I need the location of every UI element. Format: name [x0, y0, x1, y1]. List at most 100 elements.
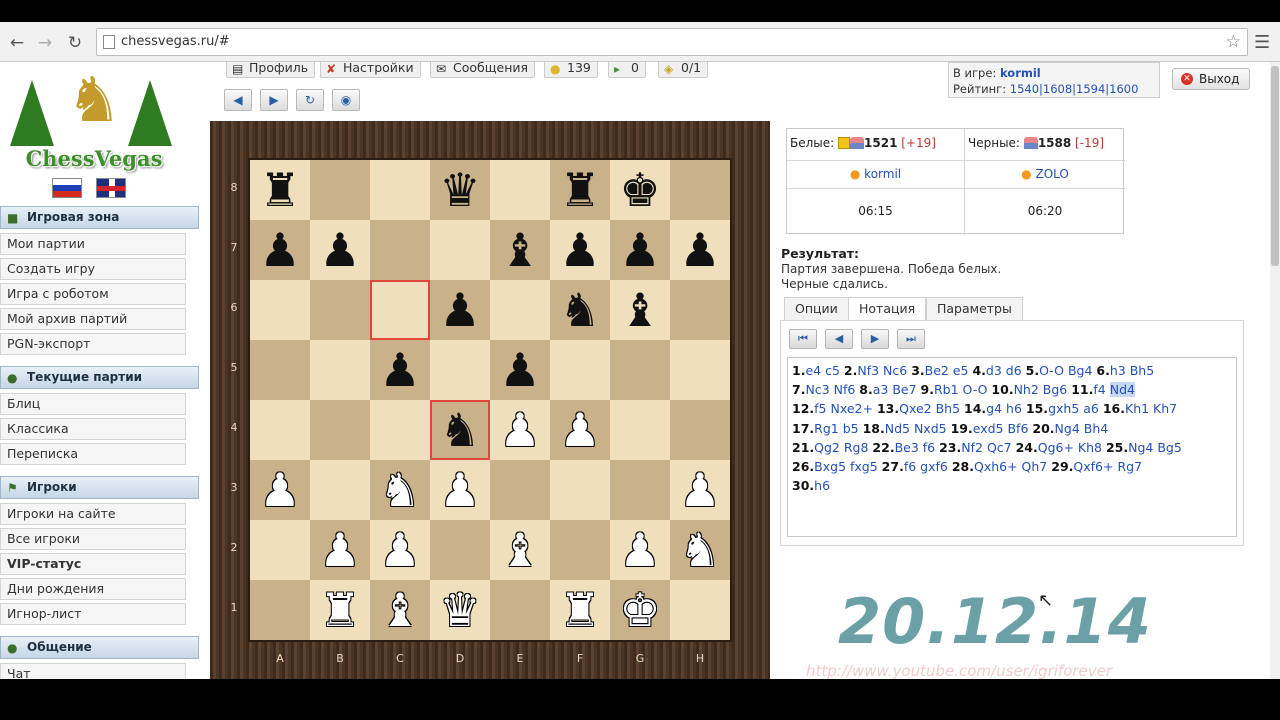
- move-pair[interactable]: d3 d6: [986, 363, 1022, 378]
- black-pawn-icon[interactable]: ♟: [310, 220, 370, 280]
- square-b3[interactable]: [310, 460, 370, 520]
- russian-flag-icon[interactable]: [52, 178, 82, 198]
- square-a1[interactable]: [250, 580, 310, 640]
- black-pawn-icon[interactable]: ♟: [370, 340, 430, 400]
- square-a2[interactable]: [250, 520, 310, 580]
- coins-counter[interactable]: ● 139: [544, 62, 598, 78]
- scroll-thumb[interactable]: [1271, 66, 1279, 266]
- white-pawn-icon[interactable]: ♟: [250, 460, 310, 520]
- square-e2[interactable]: ♝: [490, 520, 550, 580]
- white-knight-icon[interactable]: ♞: [670, 520, 730, 580]
- black-queen-icon[interactable]: ♛: [430, 160, 490, 220]
- move-pair[interactable]: Nd5 Nxd5: [885, 421, 947, 436]
- square-d2[interactable]: [430, 520, 490, 580]
- sidebar-item[interactable]: Создать игру: [0, 258, 186, 280]
- reload-button[interactable]: ↻: [64, 32, 86, 54]
- square-b7[interactable]: ♟: [310, 220, 370, 280]
- sidebar-section-header[interactable]: ■ Игровая зона: [0, 206, 199, 229]
- chessboard[interactable]: ♜ ♛ ♜ ♚ ♟ ♟ ♝ ♟ ♟ ♟ ♟ ♞ ♝ ♟ ♟ ♞ ♟ ♟ ♟ ♞ ♟ ♟ ♟ ♟ ♝ ♟ ♞ ♜ ♝ ♛ ♜ ♚: [248, 158, 732, 642]
- move-pair[interactable]: Nh2 Bg6: [1014, 382, 1068, 397]
- square-g5[interactable]: [610, 340, 670, 400]
- white-queen-icon[interactable]: ♛: [430, 580, 490, 640]
- move-pair[interactable]: e4 c5: [805, 363, 839, 378]
- move-pair[interactable]: Nf3 Nc6: [857, 363, 907, 378]
- square-h5[interactable]: [670, 340, 730, 400]
- square-a3[interactable]: ♟: [250, 460, 310, 520]
- sidebar-item[interactable]: PGN-экспорт: [0, 333, 186, 355]
- site-logo[interactable]: ♞ ChessVegas: [8, 62, 180, 172]
- square-d4[interactable]: ♞: [430, 400, 490, 460]
- move-pair[interactable]: Ng4 Bg5: [1128, 440, 1182, 455]
- square-a5[interactable]: [250, 340, 310, 400]
- move-pair[interactable]: f5 Nxe2+: [814, 401, 873, 416]
- move-pair[interactable]: Nf2 Qc7: [961, 440, 1011, 455]
- square-f5[interactable]: [550, 340, 610, 400]
- square-f1[interactable]: ♜: [550, 580, 610, 640]
- sidebar-item[interactable]: Мой архив партий: [0, 308, 186, 330]
- white-player-link[interactable]: kormil: [864, 167, 901, 181]
- square-h7[interactable]: ♟: [670, 220, 730, 280]
- board-back-button[interactable]: ◀: [224, 89, 252, 111]
- sidebar-item[interactable]: Дни рождения: [0, 578, 186, 600]
- move-pair[interactable]: Qxf6+ Rg7: [1073, 459, 1142, 474]
- sidebar-item[interactable]: VIP-статус: [0, 553, 186, 575]
- square-b6[interactable]: [310, 280, 370, 340]
- square-b1[interactable]: ♜: [310, 580, 370, 640]
- square-e4[interactable]: ♟: [490, 400, 550, 460]
- white-bishop-icon[interactable]: ♝: [370, 580, 430, 640]
- next-move-button[interactable]: ▶: [861, 329, 889, 349]
- black-pawn-icon[interactable]: ♟: [610, 220, 670, 280]
- black-rook-icon[interactable]: ♜: [250, 160, 310, 220]
- move-pair[interactable]: gxh5 a6: [1048, 401, 1099, 416]
- move-pair[interactable]: Qg6+ Kh8: [1038, 440, 1102, 455]
- move-pair[interactable]: Be3 f6: [895, 440, 936, 455]
- move-pair[interactable]: Rg1 b5: [814, 421, 858, 436]
- square-c8[interactable]: [370, 160, 430, 220]
- square-a4[interactable]: [250, 400, 310, 460]
- square-d8[interactable]: ♛: [430, 160, 490, 220]
- white-bishop-icon[interactable]: ♝: [490, 520, 550, 580]
- black-knight-icon[interactable]: ♞: [430, 400, 490, 460]
- games-counter[interactable]: ◈ 0/1: [658, 62, 709, 78]
- square-h8[interactable]: [670, 160, 730, 220]
- tab-notation[interactable]: Нотация: [848, 297, 927, 322]
- square-c6[interactable]: [370, 280, 430, 340]
- square-b4[interactable]: [310, 400, 370, 460]
- sidebar-item[interactable]: Игра с роботом: [0, 283, 186, 305]
- square-c5[interactable]: ♟: [370, 340, 430, 400]
- last-move-button[interactable]: ⏭: [897, 329, 925, 349]
- square-g2[interactable]: ♟: [610, 520, 670, 580]
- square-d5[interactable]: [430, 340, 490, 400]
- white-pawn-icon[interactable]: ♟: [490, 400, 550, 460]
- white-pawn-icon[interactable]: ♟: [430, 460, 490, 520]
- address-bar[interactable]: chessvegas.ru/# ☆: [96, 28, 1248, 56]
- black-bishop-icon[interactable]: ♝: [490, 220, 550, 280]
- white-pawn-icon[interactable]: ♟: [610, 520, 670, 580]
- settings-button[interactable]: ✘ Настройки: [320, 62, 421, 78]
- tab-options[interactable]: Опции: [784, 297, 849, 321]
- black-pawn-icon[interactable]: ♟: [430, 280, 490, 340]
- square-g8[interactable]: ♚: [610, 160, 670, 220]
- square-h1[interactable]: [670, 580, 730, 640]
- square-f3[interactable]: [550, 460, 610, 520]
- white-pawn-icon[interactable]: ♟: [310, 520, 370, 580]
- browser-menu-icon[interactable]: ☰: [1254, 32, 1270, 53]
- sidebar-item[interactable]: Все игроки: [0, 528, 186, 550]
- first-move-button[interactable]: ⏮: [789, 329, 817, 349]
- black-rook-icon[interactable]: ♜: [550, 160, 610, 220]
- square-f4[interactable]: ♟: [550, 400, 610, 460]
- move-pair[interactable]: Rb1 O-O: [934, 382, 987, 397]
- sidebar-item[interactable]: Переписка: [0, 443, 186, 465]
- square-c1[interactable]: ♝: [370, 580, 430, 640]
- square-e5[interactable]: ♟: [490, 340, 550, 400]
- black-knight-icon[interactable]: ♞: [550, 280, 610, 340]
- square-b8[interactable]: [310, 160, 370, 220]
- square-g4[interactable]: [610, 400, 670, 460]
- move-pair[interactable]: exd5 Bf6: [973, 421, 1029, 436]
- square-e7[interactable]: ♝: [490, 220, 550, 280]
- square-e8[interactable]: [490, 160, 550, 220]
- black-pawn-icon[interactable]: ♟: [550, 220, 610, 280]
- square-e6[interactable]: [490, 280, 550, 340]
- messages-counter[interactable]: ▸ 0: [608, 62, 646, 78]
- page-scrollbar[interactable]: [1270, 62, 1280, 679]
